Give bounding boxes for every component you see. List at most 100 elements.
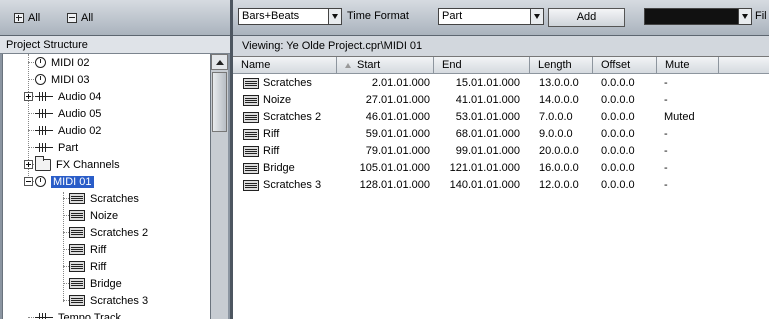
table-row[interactable]: Scratches 2.01.01.000 15.01.01.000 13.0.0.0… bbox=[233, 75, 769, 92]
tree-scrollbar[interactable] bbox=[210, 54, 228, 319]
expand-icon[interactable] bbox=[24, 92, 33, 101]
table-row[interactable]: Riff 79.01.01.000 99.01.01.000 20.0.0.0 0.0.… bbox=[233, 143, 769, 160]
table-cell-start: 27.01.01.000 bbox=[365, 94, 430, 106]
tree-item-label: Riff bbox=[90, 260, 107, 273]
table-cell-end: 68.01.01.000 bbox=[455, 128, 520, 140]
waveform-icon bbox=[35, 125, 53, 136]
type-value: Part bbox=[442, 10, 463, 22]
midi-part-icon bbox=[69, 278, 85, 289]
table-row[interactable]: Riff 59.01.01.000 68.01.01.000 9.0.0.0 0.0.0… bbox=[233, 126, 769, 143]
table-cell-start: 105.01.01.000 bbox=[359, 162, 430, 174]
tree-item[interactable]: MIDI 02 bbox=[35, 54, 90, 71]
scroll-thumb[interactable] bbox=[212, 72, 227, 132]
tree-item-label: Riff bbox=[90, 243, 107, 256]
clock-icon bbox=[35, 57, 46, 68]
table-cell-offset: 0.0.0.0 bbox=[601, 128, 635, 140]
column-header-offset[interactable]: Offset bbox=[593, 57, 657, 74]
table-cell-name[interactable]: Scratches 3 bbox=[263, 177, 343, 194]
table-cell-name[interactable]: Riff bbox=[263, 143, 343, 160]
midi-part-icon bbox=[69, 295, 85, 306]
filter-dropdown[interactable] bbox=[644, 8, 752, 25]
right-toolbar: Bars+Beats Time Format Part Add Fil bbox=[233, 0, 769, 36]
table-row[interactable]: Scratches 2 46.01.01.000 53.01.01.000 7.0.0… bbox=[233, 109, 769, 126]
collapse-icon[interactable] bbox=[24, 177, 33, 186]
browser-panel: Bars+Beats Time Format Part Add Fil View… bbox=[233, 0, 769, 319]
tree-item[interactable]: Bridge bbox=[69, 275, 122, 292]
project-structure-panel: All All Project Structure MIDI 02 MIDI 03… bbox=[0, 0, 230, 319]
scroll-up-arrow-icon[interactable] bbox=[211, 54, 228, 70]
table-cell-name[interactable]: Noize bbox=[263, 92, 343, 109]
tree-item-label: Scratches 2 bbox=[90, 226, 149, 239]
dropdown-arrow-icon bbox=[738, 9, 751, 24]
midi-part-icon bbox=[243, 180, 259, 191]
dropdown-arrow-icon bbox=[328, 9, 341, 24]
table-cell-length: 13.0.0.0 bbox=[539, 77, 579, 89]
tree-item-label: FX Channels bbox=[56, 158, 120, 171]
tree-item[interactable]: Audio 02 bbox=[35, 122, 101, 139]
tree-item[interactable]: Audio 05 bbox=[35, 105, 101, 122]
table-cell-offset: 0.0.0.0 bbox=[601, 111, 635, 123]
type-dropdown[interactable]: Part bbox=[438, 8, 544, 25]
midi-part-icon bbox=[243, 163, 259, 174]
table-cell-name[interactable]: Bridge bbox=[263, 160, 343, 177]
tree-item[interactable]: Riff bbox=[69, 241, 106, 258]
midi-part-icon bbox=[69, 193, 85, 204]
table-row[interactable]: Bridge 105.01.01.000 121.01.01.000 16.0.0.0… bbox=[233, 160, 769, 177]
column-header-mute[interactable]: Mute bbox=[657, 57, 719, 74]
table-row[interactable]: Scratches 3 128.01.01.000 140.01.01.000 12.… bbox=[233, 177, 769, 194]
table-row[interactable]: Noize 27.01.01.000 41.01.01.000 14.0.0.0 0.0… bbox=[233, 92, 769, 109]
column-header-start[interactable]: Start bbox=[337, 57, 434, 74]
table-cell-mute: - bbox=[664, 145, 668, 157]
table-cell-end: 99.01.01.000 bbox=[455, 145, 520, 157]
table-cell-name[interactable]: Scratches bbox=[263, 75, 343, 92]
tree-item[interactable]: MIDI 03 bbox=[35, 71, 90, 88]
table-cell-offset: 0.0.0.0 bbox=[601, 162, 635, 174]
table-cell-end: 140.01.01.000 bbox=[449, 179, 520, 191]
tree-item[interactable]: Scratches 2 bbox=[69, 224, 148, 241]
table-cell-mute: - bbox=[664, 179, 668, 191]
table-cell-end: 41.01.01.000 bbox=[455, 94, 520, 106]
table-cell-start: 2.01.01.000 bbox=[371, 77, 430, 89]
midi-part-icon bbox=[243, 129, 259, 140]
table-cell-mute: Muted bbox=[664, 111, 695, 123]
tree-item-label: Scratches bbox=[90, 192, 139, 205]
tree-item[interactable]: MIDI 01 bbox=[35, 173, 94, 190]
tempo-icon bbox=[35, 312, 53, 319]
midi-part-icon bbox=[243, 78, 259, 89]
tree-item[interactable]: Scratches 3 bbox=[69, 292, 148, 309]
table-cell-name[interactable]: Riff bbox=[263, 126, 343, 143]
sort-arrow-icon bbox=[345, 62, 351, 68]
table-cell-mute: - bbox=[664, 94, 668, 106]
midi-part-icon bbox=[69, 261, 85, 272]
table-cell-length: 14.0.0.0 bbox=[539, 94, 579, 106]
tree-item-label: Part bbox=[58, 141, 79, 154]
midi-part-icon bbox=[69, 227, 85, 238]
column-header-end[interactable]: End bbox=[434, 57, 530, 74]
expand-icon[interactable] bbox=[24, 160, 33, 169]
tree-item[interactable]: Audio 04 bbox=[35, 88, 101, 105]
table-cell-length: 16.0.0.0 bbox=[539, 162, 579, 174]
add-button[interactable]: Add bbox=[548, 8, 625, 27]
left-toolbar: All All bbox=[0, 0, 230, 36]
column-header-name[interactable]: Name bbox=[233, 57, 337, 74]
tree-item[interactable]: Noize bbox=[69, 207, 118, 224]
tree-item[interactable]: FX Channels bbox=[35, 155, 120, 173]
column-header-length[interactable]: Length bbox=[530, 57, 593, 74]
table-cell-start: 128.01.01.000 bbox=[359, 179, 430, 191]
dropdown-arrow-icon bbox=[530, 9, 543, 24]
time-display-dropdown[interactable]: Bars+Beats bbox=[238, 8, 342, 25]
tree-item[interactable]: Tempo Track bbox=[35, 309, 121, 319]
table-cell-end: 53.01.01.000 bbox=[455, 111, 520, 123]
tree-item-label: MIDI 03 bbox=[51, 73, 90, 86]
project-tree[interactable]: MIDI 02 MIDI 03 Audio 04 Audio 05 Audio 02 Pa… bbox=[2, 54, 210, 319]
tree-item[interactable]: Part bbox=[35, 139, 78, 156]
table-cell-end: 121.01.01.000 bbox=[449, 162, 520, 174]
expand-all-button[interactable]: All bbox=[14, 9, 40, 27]
collapse-all-button[interactable]: All bbox=[67, 9, 93, 27]
tree-item-label: Noize bbox=[90, 209, 119, 222]
table-cell-name[interactable]: Scratches 2 bbox=[263, 109, 343, 126]
table-cell-length: 20.0.0.0 bbox=[539, 145, 579, 157]
tree-item[interactable]: Scratches bbox=[69, 190, 139, 207]
tree-item-label: Tempo Track bbox=[58, 311, 121, 319]
tree-item[interactable]: Riff bbox=[69, 258, 106, 275]
